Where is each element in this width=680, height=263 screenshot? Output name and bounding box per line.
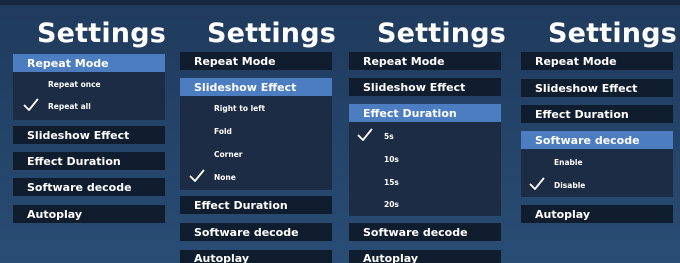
page-title: Settings xyxy=(376,18,506,49)
menu-item-label: Autoplay xyxy=(27,207,83,221)
menu-item-label: Effect Duration xyxy=(27,154,121,168)
menu-item-slideshow-effect[interactable]: Slideshow Effect xyxy=(180,78,332,96)
option-label: 20s xyxy=(384,199,399,209)
menu-item-slideshow-effect[interactable]: Slideshow Effect xyxy=(349,78,501,96)
page-title: Settings xyxy=(547,18,677,49)
option-label: Fold xyxy=(214,126,232,136)
menu-item-software-decode[interactable]: Software decode xyxy=(349,223,501,241)
menu-item-label: Slideshow Effect xyxy=(194,80,297,94)
software-decode-submenu: Enable Disable xyxy=(521,149,673,197)
menu-item-label: Repeat Mode xyxy=(363,54,445,68)
menu-item-software-decode[interactable]: Software decode xyxy=(521,131,673,149)
menu-item-effect-duration[interactable]: Effect Duration xyxy=(180,196,332,214)
option-fold[interactable]: Fold xyxy=(214,124,232,138)
menu-item-autoplay[interactable]: Autoplay xyxy=(180,250,332,263)
option-label: Disable xyxy=(554,180,586,190)
option-disable[interactable]: Disable xyxy=(554,178,585,192)
option-label: None xyxy=(214,172,236,182)
option-label: Repeat once xyxy=(48,79,101,89)
effect-duration-submenu: 5s 10s 15s 20s xyxy=(349,122,501,216)
option-10s[interactable]: 10s xyxy=(384,152,399,166)
menu-item-label: Slideshow Effect xyxy=(363,80,466,94)
check-icon xyxy=(529,177,545,191)
menu-item-label: Repeat Mode xyxy=(194,54,276,68)
menu-item-label: Software decode xyxy=(194,225,299,239)
menu-item-label: Software decode xyxy=(27,180,132,194)
settings-panel-repeat-mode: Settings Repeat Mode Repeat once Repeat … xyxy=(0,0,170,263)
menu-item-autoplay[interactable]: Autoplay xyxy=(521,205,673,223)
menu-item-slideshow-effect[interactable]: Slideshow Effect xyxy=(521,79,673,97)
menu-item-label: Effect Duration xyxy=(194,198,288,212)
slideshow-effect-submenu: Right to left Fold Corner None xyxy=(180,96,332,190)
menu-item-label: Effect Duration xyxy=(535,107,629,121)
menu-item-label: Software decode xyxy=(363,225,468,239)
page-title: Settings xyxy=(206,18,336,49)
menu-item-label: Repeat Mode xyxy=(27,56,109,70)
settings-panel-software-decode: Settings Repeat Mode Slideshow Effect Ef… xyxy=(510,0,680,263)
option-5s[interactable]: 5s xyxy=(384,129,394,143)
option-enable[interactable]: Enable xyxy=(554,155,583,169)
check-icon xyxy=(189,169,205,183)
menu-item-autoplay[interactable]: Autoplay xyxy=(349,250,501,263)
option-label: Enable xyxy=(554,157,583,167)
menu-item-label: Autoplay xyxy=(194,252,250,263)
page-title: Settings xyxy=(36,18,166,49)
option-20s[interactable]: 20s xyxy=(384,197,399,211)
option-repeat-all[interactable]: Repeat all xyxy=(48,99,91,113)
option-15s[interactable]: 15s xyxy=(384,175,399,189)
option-label: Repeat all xyxy=(48,101,91,111)
option-right-to-left[interactable]: Right to left xyxy=(214,101,265,115)
menu-item-software-decode[interactable]: Software decode xyxy=(13,178,165,196)
menu-item-repeat-mode[interactable]: Repeat Mode xyxy=(521,52,673,70)
menu-item-label: Repeat Mode xyxy=(535,54,617,68)
menu-item-autoplay[interactable]: Autoplay xyxy=(13,205,165,223)
menu-item-software-decode[interactable]: Software decode xyxy=(180,223,332,241)
check-icon xyxy=(357,128,373,142)
settings-panel-effect-duration: Settings Repeat Mode Slideshow Effect Ef… xyxy=(340,0,510,263)
repeat-mode-submenu: Repeat once Repeat all xyxy=(13,72,165,120)
menu-item-slideshow-effect[interactable]: Slideshow Effect xyxy=(13,126,165,144)
option-label: 10s xyxy=(384,154,399,164)
option-none[interactable]: None xyxy=(214,170,236,184)
option-label: 15s xyxy=(384,177,399,187)
option-label: 5s xyxy=(384,131,394,141)
settings-panel-slideshow-effect: Settings Repeat Mode Slideshow Effect Ri… xyxy=(170,0,340,263)
option-label: Right to left xyxy=(214,103,266,113)
menu-item-label: Autoplay xyxy=(535,207,591,221)
menu-item-effect-duration[interactable]: Effect Duration xyxy=(13,152,165,170)
check-icon xyxy=(23,98,39,112)
menu-item-effect-duration[interactable]: Effect Duration xyxy=(349,104,501,122)
option-corner[interactable]: Corner xyxy=(214,147,242,161)
menu-item-repeat-mode[interactable]: Repeat Mode xyxy=(180,52,332,70)
menu-item-label: Software decode xyxy=(535,133,640,147)
option-repeat-once[interactable]: Repeat once xyxy=(48,77,101,91)
menu-item-repeat-mode[interactable]: Repeat Mode xyxy=(349,52,501,70)
menu-item-label: Slideshow Effect xyxy=(27,128,130,142)
option-label: Corner xyxy=(214,149,243,159)
menu-item-label: Autoplay xyxy=(363,252,419,263)
menu-item-repeat-mode[interactable]: Repeat Mode xyxy=(13,54,165,72)
menu-item-label: Slideshow Effect xyxy=(535,81,638,95)
menu-item-label: Effect Duration xyxy=(363,106,457,120)
menu-item-effect-duration[interactable]: Effect Duration xyxy=(521,105,673,123)
